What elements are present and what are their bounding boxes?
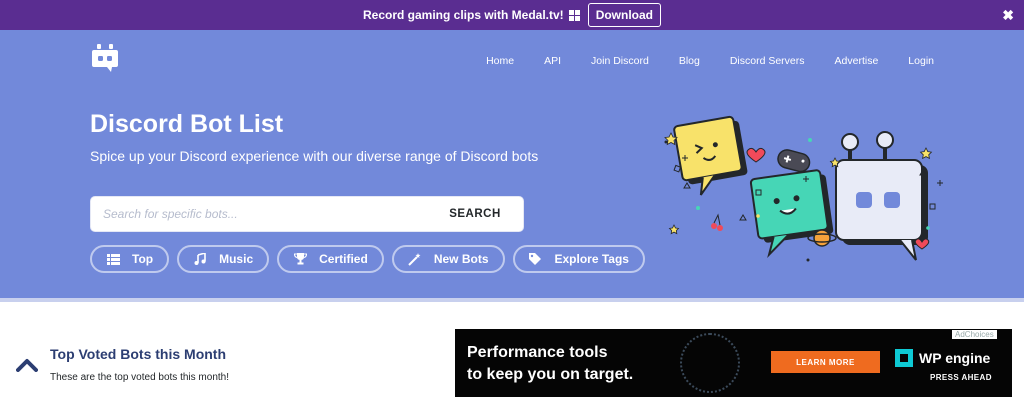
- magic-wand-icon: [408, 252, 422, 266]
- tag-label: Music: [219, 252, 254, 266]
- page-subtitle: Spice up your Discord experience with ou…: [90, 148, 539, 164]
- ad-brand: WP engine: [895, 349, 990, 367]
- nav-home[interactable]: Home: [486, 55, 514, 67]
- section-subtitle: These are the top voted bots this month!: [50, 372, 229, 383]
- tag-label: Certified: [319, 252, 368, 266]
- section-title: Top Voted Bots this Month: [50, 346, 227, 362]
- tag-filters: Top Music Certified New Bots Explore Tag…: [90, 245, 653, 273]
- page-title: Discord Bot List: [90, 110, 284, 138]
- target-graphic-icon: [680, 333, 740, 393]
- close-icon[interactable]: ✖: [1002, 7, 1014, 23]
- adchoices-link[interactable]: AdChoices: [952, 330, 997, 339]
- tag-label: Explore Tags: [554, 252, 629, 266]
- nav-join-discord[interactable]: Join Discord: [591, 55, 649, 67]
- bot-chat-illustration: [664, 115, 943, 262]
- ad-learn-more-button[interactable]: LEARN MORE: [771, 351, 880, 373]
- promo-text: Record gaming clips with Medal.tv!: [362, 8, 564, 22]
- hero-section: Home API Join Discord Blog Discord Serve…: [0, 30, 1024, 298]
- nav-blog[interactable]: Blog: [679, 55, 700, 67]
- nav-advertise[interactable]: Advertise: [835, 55, 879, 67]
- main-nav: Home API Join Discord Blog Discord Serve…: [456, 55, 934, 67]
- hero-divider: [0, 298, 1024, 302]
- search-button[interactable]: SEARCH: [427, 208, 523, 220]
- windows-icon: [568, 9, 580, 21]
- ad-headline-2: to keep you on target.: [467, 366, 634, 383]
- ad-brand-name: WP engine: [919, 350, 991, 366]
- list-icon: [106, 252, 120, 266]
- promo-bar: Record gaming clips with Medal.tv! Downl…: [0, 0, 1024, 30]
- nav-api[interactable]: API: [544, 55, 561, 67]
- search-bar: SEARCH: [90, 196, 524, 232]
- chevron-up-icon[interactable]: [16, 358, 38, 372]
- tag-label: New Bots: [433, 252, 489, 266]
- tag-top[interactable]: Top: [90, 245, 170, 273]
- bot-logo-icon[interactable]: [92, 44, 118, 72]
- music-note-icon: [193, 252, 207, 266]
- nav-discord-servers[interactable]: Discord Servers: [730, 55, 805, 67]
- nav-login[interactable]: Login: [908, 55, 934, 67]
- wp-engine-logo-icon: [895, 349, 913, 367]
- tag-music[interactable]: Music: [177, 245, 270, 273]
- tag-explore-tags[interactable]: Explore Tags: [512, 245, 645, 273]
- search-input[interactable]: [91, 197, 427, 231]
- tags-icon: [529, 252, 543, 266]
- tag-certified[interactable]: Certified: [277, 245, 384, 273]
- tag-new-bots[interactable]: New Bots: [391, 245, 505, 273]
- ad-headline-1: Performance tools: [467, 344, 608, 361]
- tag-label: Top: [132, 252, 154, 266]
- download-button[interactable]: Download: [587, 3, 662, 27]
- trophy-icon: [293, 252, 307, 266]
- ad-tagline: PRESS AHEAD: [930, 373, 992, 382]
- advertisement-banner[interactable]: Performance tools to keep you on target.…: [455, 329, 1012, 397]
